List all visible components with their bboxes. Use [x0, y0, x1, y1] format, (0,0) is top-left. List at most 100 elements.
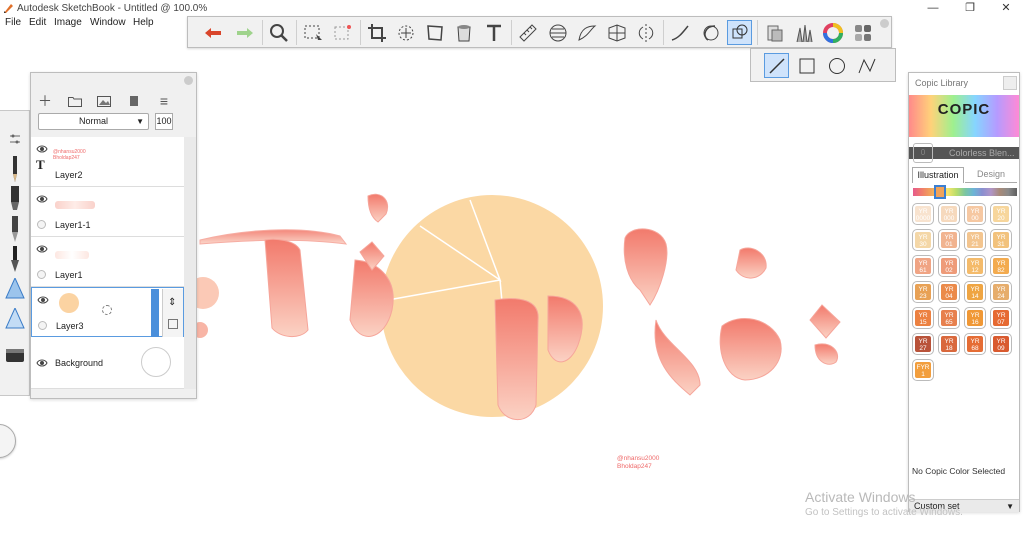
tab-illustration[interactable]: Illustration: [912, 167, 964, 183]
copic-swatch[interactable]: YR 09: [991, 334, 1011, 354]
pen-brush-icon[interactable]: [4, 215, 26, 243]
copic-swatch[interactable]: YR 24: [991, 282, 1011, 302]
text-layer-icon: T: [36, 157, 45, 172]
predictive-icon[interactable]: [697, 20, 722, 45]
perspective-icon[interactable]: [604, 20, 629, 45]
background-color-swatch[interactable]: [141, 347, 171, 377]
layer-scrollbar[interactable]: [184, 137, 196, 389]
pencil-brush-icon[interactable]: [4, 155, 26, 183]
copic-swatch[interactable]: YR 30: [913, 230, 933, 250]
eraser-icon[interactable]: [4, 341, 26, 369]
swatches-icon[interactable]: [850, 20, 875, 45]
symmetry-icon[interactable]: [633, 20, 658, 45]
copic-swatch[interactable]: YR 02: [939, 256, 959, 276]
text-icon[interactable]: [481, 20, 506, 45]
tab-design[interactable]: Design: [965, 167, 1017, 183]
layer-lock-dot[interactable]: [38, 321, 47, 330]
add-image-icon[interactable]: [95, 92, 113, 110]
copic-swatch[interactable]: YR 82: [991, 256, 1011, 276]
minimize-button[interactable]: —: [922, 1, 944, 16]
layer-menu-icon[interactable]: ≡: [155, 92, 173, 110]
reorder-arrows-icon[interactable]: ⇕: [168, 297, 176, 308]
redo-icon[interactable]: [232, 20, 257, 45]
copic-swatch[interactable]: YR 0000: [913, 204, 933, 224]
menu-window[interactable]: Window: [90, 17, 126, 28]
undo-icon[interactable]: [200, 20, 225, 45]
eye-icon[interactable]: [36, 193, 48, 205]
fill-icon[interactable]: [451, 20, 476, 45]
select-rect-icon[interactable]: [300, 20, 325, 45]
ruler-icon[interactable]: [515, 20, 540, 45]
brush-settings-icon[interactable]: [4, 125, 26, 153]
soft-brush-icon[interactable]: [4, 305, 26, 333]
layer-row-background[interactable]: Background: [31, 337, 184, 389]
eye-icon[interactable]: [36, 143, 48, 155]
copic-swatch[interactable]: YR 65: [939, 308, 959, 328]
close-button[interactable]: ✕: [995, 1, 1017, 16]
copic-swatch[interactable]: YR 16: [965, 308, 985, 328]
copic-swatch[interactable]: YR 18: [939, 334, 959, 354]
eye-icon[interactable]: [36, 243, 48, 255]
rectangle-icon[interactable]: [794, 53, 819, 78]
copic-swatch[interactable]: FYR 1: [913, 360, 933, 380]
add-group-icon[interactable]: [66, 92, 84, 110]
copic-swatch[interactable]: YR 27: [913, 334, 933, 354]
copic-swatch[interactable]: YR 04: [939, 282, 959, 302]
color-family-strip[interactable]: [913, 185, 1017, 199]
line-icon[interactable]: [764, 53, 789, 78]
marker-brush-icon[interactable]: [4, 185, 26, 213]
select-lasso-icon[interactable]: [330, 20, 355, 45]
layer-row-layer1-1[interactable]: Layer1-1: [31, 187, 184, 237]
menu-help[interactable]: Help: [133, 17, 154, 28]
copic-library-icon[interactable]: [761, 20, 786, 45]
transform-icon[interactable]: [393, 20, 418, 45]
opacity-field[interactable]: 100: [155, 113, 173, 130]
copic-swatch[interactable]: YR 21: [965, 230, 985, 250]
layer-panel-close-icon[interactable]: [184, 76, 193, 85]
add-layer-icon[interactable]: ＋: [36, 92, 54, 110]
colorless-blender-swatch[interactable]: 0: [913, 143, 933, 163]
french-curve-icon[interactable]: [574, 20, 599, 45]
copic-swatch[interactable]: YR 68: [965, 334, 985, 354]
clear-layer-icon[interactable]: [125, 92, 143, 110]
copic-swatch[interactable]: YR 12: [965, 256, 985, 276]
menu-image[interactable]: Image: [54, 17, 82, 28]
ellipse-guide-icon[interactable]: [545, 20, 570, 45]
copic-swatch[interactable]: YR 61: [913, 256, 933, 276]
maximize-button[interactable]: ❐: [959, 1, 981, 16]
copic-swatch[interactable]: YR 23: [913, 282, 933, 302]
menu-file[interactable]: File: [5, 17, 21, 28]
copic-swatch[interactable]: YR 15: [913, 308, 933, 328]
copic-swatch[interactable]: YR 01: [939, 230, 959, 250]
layer-row-layer2[interactable]: T @nhansu2000 Bholdap247 Layer2: [31, 137, 184, 187]
polyline-icon[interactable]: [854, 53, 879, 78]
family-selector[interactable]: [934, 185, 946, 199]
ink-brush-icon[interactable]: [4, 245, 26, 273]
layer-selection-handle[interactable]: [151, 289, 159, 337]
layer-lock-dot[interactable]: [37, 220, 46, 229]
airbrush-icon[interactable]: [4, 275, 26, 303]
menu-edit[interactable]: Edit: [29, 17, 46, 28]
toolbar-close-icon[interactable]: [880, 19, 889, 28]
shape-icon[interactable]: [727, 20, 752, 45]
lock-icon[interactable]: [168, 319, 178, 329]
brush-library-icon[interactable]: [790, 20, 815, 45]
copic-swatch[interactable]: YR 000: [939, 204, 959, 224]
copic-swatch[interactable]: YR 20: [991, 204, 1011, 224]
blend-mode-select[interactable]: Normal ▼: [38, 113, 149, 130]
layer-lock-dot[interactable]: [37, 270, 46, 279]
panel-close-icon[interactable]: [1003, 76, 1017, 90]
circle-icon[interactable]: [824, 53, 849, 78]
copic-swatch[interactable]: YR 14: [965, 282, 985, 302]
copic-swatch[interactable]: YR 00: [965, 204, 985, 224]
distort-icon[interactable]: [422, 20, 447, 45]
zoom-icon[interactable]: [266, 20, 291, 45]
copic-swatch[interactable]: YR 31: [991, 230, 1011, 250]
copic-swatch[interactable]: YR 07: [991, 308, 1011, 328]
stroke-icon[interactable]: [667, 20, 692, 45]
eye-icon[interactable]: [36, 357, 48, 369]
crop-icon[interactable]: [364, 20, 389, 45]
color-wheel-icon[interactable]: [820, 20, 845, 45]
layer-row-layer1[interactable]: Layer1: [31, 237, 184, 287]
eye-icon[interactable]: [37, 294, 49, 306]
